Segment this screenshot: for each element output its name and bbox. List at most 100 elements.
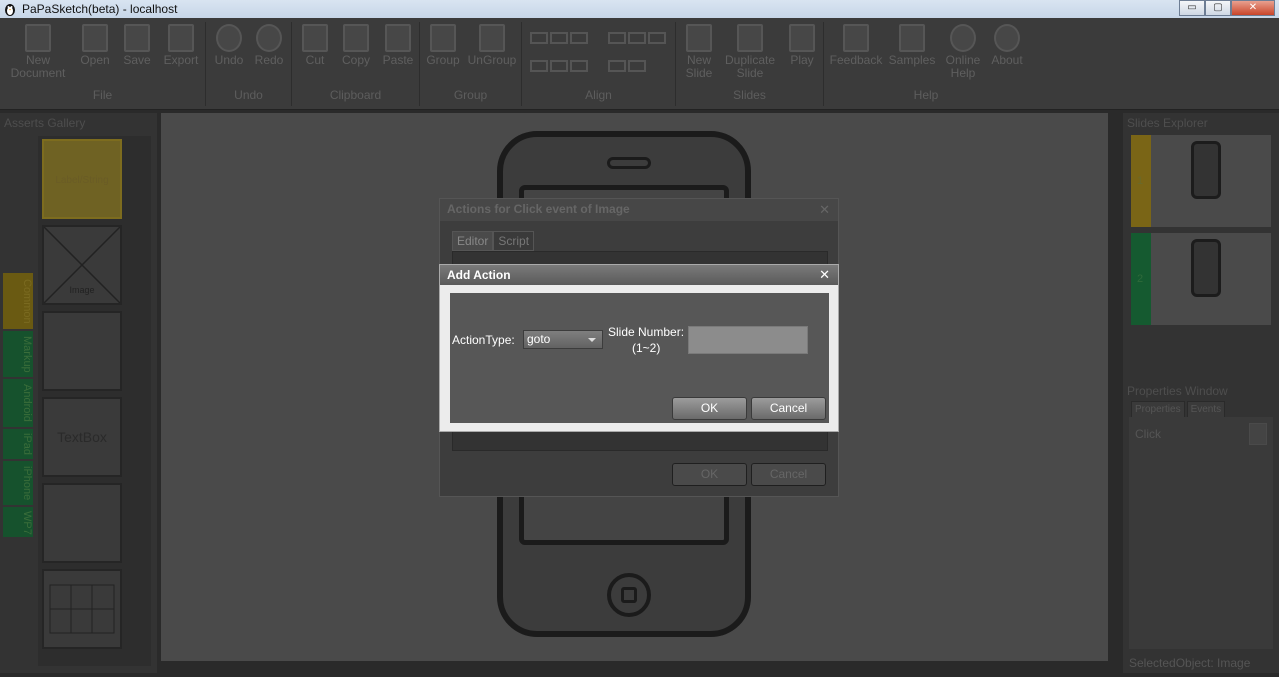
align-left-icon[interactable] [530,32,548,44]
category-tabs: Common Markup Android iPad iPhone WP7 [3,273,33,539]
copy-icon [343,24,369,52]
cancel-button[interactable]: Cancel [751,397,826,420]
maximize-button[interactable]: ▢ [1205,0,1231,16]
same-size-icon[interactable] [628,60,646,72]
cut-button[interactable]: Cut [296,22,334,67]
events-list: Click [1129,417,1273,649]
copy-button[interactable]: Copy [336,22,376,67]
help-icon [950,24,976,52]
close-icon[interactable]: ✕ [819,202,830,218]
event-click-label: Click [1135,427,1161,441]
save-button[interactable]: Save [118,22,156,67]
gallery-item-label[interactable]: Label/String [42,139,122,219]
tab-properties[interactable]: Properties [1131,401,1185,418]
gallery-item-image[interactable]: Image [42,225,122,305]
slide-number-label: Slide Number: [608,325,685,339]
new-slide-button[interactable]: New Slide [680,22,718,80]
open-button[interactable]: Open [76,22,114,67]
ribbon-group-file: New Document Open Save Export File [0,22,206,106]
tab-markup[interactable]: Markup [3,331,33,377]
tab-events[interactable]: Events [1186,401,1226,418]
minimize-button[interactable]: ▭ [1179,0,1205,16]
about-button[interactable]: About [988,22,1026,67]
paste-icon [385,24,411,52]
duplicate-slide-button[interactable]: Duplicate Slide [722,22,778,80]
gallery-item-textbox[interactable]: TextBox [42,397,122,477]
online-help-button[interactable]: Online Help [940,22,986,80]
scissors-icon [302,24,328,52]
ungroup-button[interactable]: UnGroup [464,22,520,67]
event-edit-button[interactable] [1249,423,1267,445]
ribbon-group-label: File [92,88,113,102]
close-icon[interactable]: ✕ [819,267,830,283]
phone-thumb-icon [1191,239,1221,297]
play-icon [789,24,815,52]
new-slide-icon [686,24,712,52]
undo-button[interactable]: Undo [210,22,248,67]
distribute-horizontal-icon[interactable] [530,60,548,72]
align-center-icon[interactable] [550,32,568,44]
tab-script[interactable]: Script [493,231,535,251]
panel-title: Slides Explorer [1127,116,1208,130]
new-document-button[interactable]: New Document [6,22,70,80]
feedback-button[interactable]: Feedback [828,22,884,67]
gallery-item-rectangle[interactable] [42,311,122,391]
properties-title: Properties Window [1127,384,1228,398]
group-button[interactable]: Group [424,22,462,67]
align-top-icon[interactable] [608,32,626,44]
paste-button[interactable]: Paste [378,22,418,67]
window-titlebar: PaPaSketch(beta) - localhost ▭ ▢ ✕ [0,0,1279,18]
right-panel: Slides Explorer 1 2 Properties Window Pr… [1123,113,1279,673]
chevron-down-icon [588,338,596,342]
ribbon-group-align: Align [522,22,676,106]
dialog-title: Actions for Click event of Image [440,199,838,221]
distribute-vertical-icon[interactable] [550,60,568,72]
align-bottom-icon[interactable] [648,32,666,44]
grid-icon [49,584,115,634]
tab-common[interactable]: Common [3,273,33,329]
ribbon-group-label: Group [453,88,488,102]
ribbon-group-undo: Undo Redo Undo [206,22,292,106]
gallery-item-panel[interactable] [42,483,122,563]
samples-button[interactable]: Samples [886,22,938,67]
asserts-gallery-panel: Asserts Gallery Common Markup Android iP… [0,113,157,673]
ribbon-toolbar: New Document Open Save Export File Undo … [0,18,1279,110]
redo-icon [256,24,282,52]
ungroup-icon [479,24,505,52]
tab-ipad[interactable]: iPad [3,429,33,459]
gallery-item-grid[interactable] [42,569,122,649]
duplicate-slide-icon [737,24,763,52]
export-button[interactable]: Export [160,22,202,67]
action-type-select[interactable]: goto [523,330,603,349]
align-right-icon[interactable] [570,32,588,44]
phone-speaker [607,157,651,169]
same-width-icon[interactable] [570,60,588,72]
play-button[interactable]: Play [784,22,820,67]
ribbon-group-label: Help [913,88,939,102]
ok-button[interactable]: OK [672,463,747,486]
export-icon [168,24,194,52]
align-middle-icon[interactable] [628,32,646,44]
ok-button[interactable]: OK [672,397,747,420]
dialog-title: Add Action [440,265,838,285]
slide-thumbnail[interactable]: 2 [1131,233,1271,325]
tab-iphone[interactable]: iPhone [3,461,33,505]
save-icon [124,24,150,52]
status-text: SelectedObject: Image [1129,656,1251,670]
redo-button[interactable]: Redo [250,22,288,67]
tab-wp7[interactable]: WP7 [3,507,33,537]
same-height-icon[interactable] [608,60,626,72]
phone-thumb-icon [1191,141,1221,199]
ribbon-group-group: Group UnGroup Group [420,22,522,106]
tab-editor[interactable]: Editor [452,231,494,251]
close-window-button[interactable]: ✕ [1231,0,1275,16]
slide-number-input[interactable] [688,326,808,354]
add-action-dialog: Add Action ✕ ActionType: goto Slide Numb… [439,264,839,432]
group-icon [430,24,456,52]
gallery-list: Label/String Image TextBox [38,136,151,666]
cancel-button[interactable]: Cancel [751,463,826,486]
add-action-body: ActionType: goto Slide Number: (1~2) OK … [450,293,829,423]
ribbon-group-label: Undo [234,88,263,102]
slide-thumbnail[interactable]: 1 [1131,135,1271,227]
tab-android[interactable]: Android [3,379,33,427]
